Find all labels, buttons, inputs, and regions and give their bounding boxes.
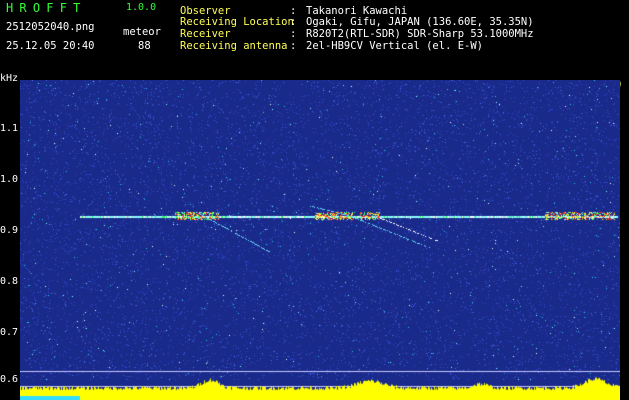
app-version: 1.0.0 bbox=[126, 2, 157, 13]
location-value: Ogaki, Gifu, JAPAN (136.60E, 35.35N) bbox=[306, 16, 534, 28]
spectrogram-waterfall bbox=[20, 80, 620, 400]
y-tick-label: 0.8 bbox=[0, 276, 19, 287]
receiver-colon: : bbox=[290, 28, 297, 40]
receiver-value: R820T2(RTL-SDR) SDR-Sharp 53.1000MHz bbox=[306, 28, 534, 40]
location-colon: : bbox=[290, 16, 297, 28]
y-tick-label: 0.7 bbox=[0, 327, 19, 338]
y-tick-label: 0.9 bbox=[0, 225, 19, 236]
y-tick-label: 1.1 bbox=[0, 123, 19, 134]
hrofft-window: HROFFT 1.0.0 2512052040.png 25.12.05 20:… bbox=[0, 0, 629, 400]
receiver-label: Receiver bbox=[180, 28, 231, 40]
y-tick-label: 0.6 bbox=[0, 374, 19, 385]
file-name: 2512052040.png bbox=[6, 21, 95, 33]
date-time: 25.12.05 20:40 bbox=[6, 40, 95, 52]
antenna-label: Receiving antenna bbox=[180, 40, 288, 52]
meteor-count: 88 bbox=[138, 40, 151, 52]
mode-label: meteor bbox=[123, 26, 161, 38]
antenna-value: 2el-HB9CV Vertical (el. E-W) bbox=[306, 40, 484, 52]
antenna-colon: : bbox=[290, 40, 297, 52]
location-label: Receiving Location bbox=[180, 16, 294, 28]
app-title: HROFFT bbox=[6, 1, 87, 15]
y-tick-label: 1.0 bbox=[0, 174, 19, 185]
frequency-unit-label: kHz bbox=[0, 73, 19, 84]
